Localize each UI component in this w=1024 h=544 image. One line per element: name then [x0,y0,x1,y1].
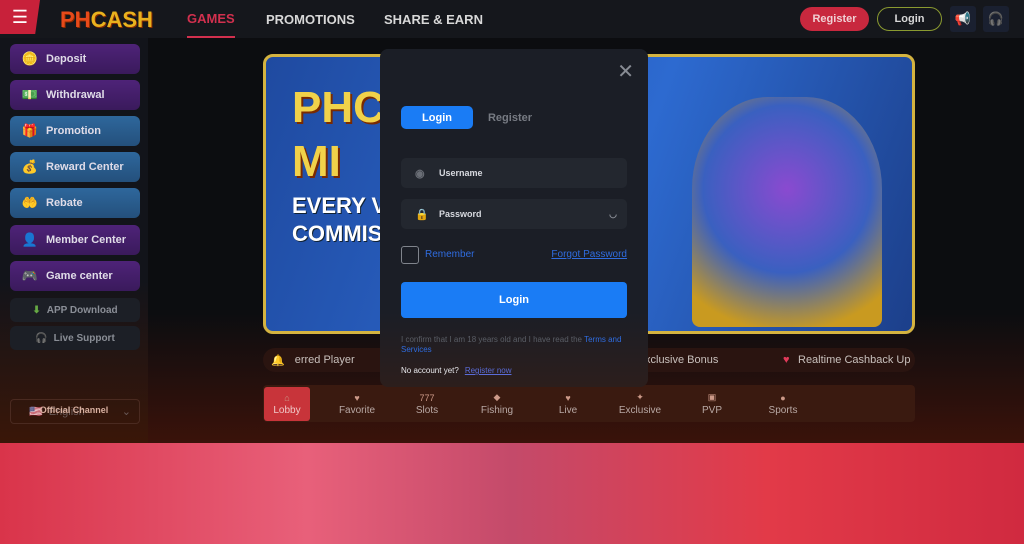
nav-promotions[interactable]: PROMOTIONS [266,0,355,38]
wallet-icon: 🪙 [21,51,39,66]
register-button[interactable]: Register [800,7,869,31]
close-icon[interactable]: ✕ [617,59,634,84]
tab-register[interactable]: Register [480,106,540,129]
submit-login-button[interactable]: Login [401,282,627,318]
tab-live[interactable]: ♥ Live [545,387,591,421]
coins-icon: 💰 [21,159,39,174]
user-icon: ◉ [415,167,425,180]
blurred-backdrop [0,443,1024,544]
age-confirmation: I confirm that I am 18 years old and I h… [401,335,622,354]
nav-share-earn[interactable]: SHARE & EARN [384,0,483,38]
tab-exclusive[interactable]: ✦ Exclusive [617,387,663,421]
sidebar-item-withdrawal[interactable]: 💵 Withdrawal [10,80,140,110]
money-icon: 💵 [21,87,39,102]
username-input[interactable]: ◉ Username [401,158,627,188]
forgot-password-link[interactable]: Forgot Password [551,249,627,260]
rebate-icon: 🤲 [21,195,39,210]
menu-icon: ☰ [11,6,29,27]
heart-icon: ♥ [354,392,360,403]
tab-favorite[interactable]: ♥ Favorite [334,387,380,421]
live-icon: ♥ [565,392,571,403]
user-icon: 👤 [21,232,39,247]
headset-icon: 🎧 [987,11,1005,26]
sidebar-item-member-center[interactable]: 👤 Member Center [10,225,140,255]
banner-artwork [692,97,882,327]
rocket-icon: ✦ [636,392,644,402]
password-input[interactable]: 🔒 Password ◡ [401,199,627,229]
logo[interactable]: PHCASH [60,7,153,33]
game-category-tabs: ⌂ Lobby ♥ Favorite 777 Slots ◆ Fishing ♥ Live… [263,385,915,422]
official-channel-label: Official Channel [39,405,109,415]
sidebar-item-deposit[interactable]: 🪙 Deposit [10,44,140,74]
remember-checkbox[interactable] [401,246,419,264]
top-bar: ☰ PHCASH GAMES PROMOTIONS SHARE & EARN R… [0,0,1024,38]
register-now-link[interactable]: Register now [465,366,512,375]
bell-icon: 🔔 [271,354,285,367]
megaphone-icon: 📢 [954,11,972,26]
home-icon: ⌂ [284,392,290,403]
headset-icon: 🎧 [35,332,48,344]
lock-icon: 🔒 [415,208,429,221]
tab-pvp[interactable]: ▣ PVP [689,387,735,421]
remember-label[interactable]: Remember [425,249,474,260]
sidebar-item-game-center[interactable]: 🎮 Game center [10,261,140,291]
gift-icon: 🎁 [21,123,39,138]
tab-lobby[interactable]: ⌂ Lobby [264,387,310,421]
sidebar-item-reward-center[interactable]: 💰 Reward Center [10,152,140,182]
no-account-row: No account yet? Register now [401,366,512,375]
nav-games[interactable]: GAMES [187,0,235,38]
tab-slots[interactable]: 777 Slots [404,387,450,421]
live-support-button[interactable]: 🎧 Live Support [10,326,140,350]
login-button[interactable]: Login [877,7,942,31]
cards-icon: ▣ [707,392,717,402]
tab-fishing[interactable]: ◆ Fishing [474,387,520,421]
menu-button[interactable]: ☰ [0,0,40,34]
support-button[interactable]: 🎧 [983,6,1009,32]
fish-icon: ◆ [493,392,501,402]
sidebar-item-promotion[interactable]: 🎁 Promotion [10,116,140,146]
app-download-button[interactable]: ⬇ APP Download [10,298,140,322]
sidebar: 🪙 Deposit 💵 Withdrawal 🎁 Promotion 💰 Reward … [0,38,148,443]
sidebar-item-rebate[interactable]: 🤲 Rebate [10,188,140,218]
eye-closed-icon[interactable]: ◡ [609,209,617,220]
gamepad-icon: 🎮 [21,268,39,283]
tab-sports[interactable]: ● Sports [760,387,806,421]
slots-icon: 777 [419,392,435,403]
heart-icon: ♥ [783,354,790,366]
tab-login[interactable]: Login [401,106,473,129]
download-icon: ⬇ [32,304,41,316]
ball-icon: ● [780,392,786,403]
login-modal: ✕ Login Register ◉ Username 🔒 Password ◡ Re… [380,49,648,387]
announcement-button[interactable]: 📢 [950,6,976,32]
